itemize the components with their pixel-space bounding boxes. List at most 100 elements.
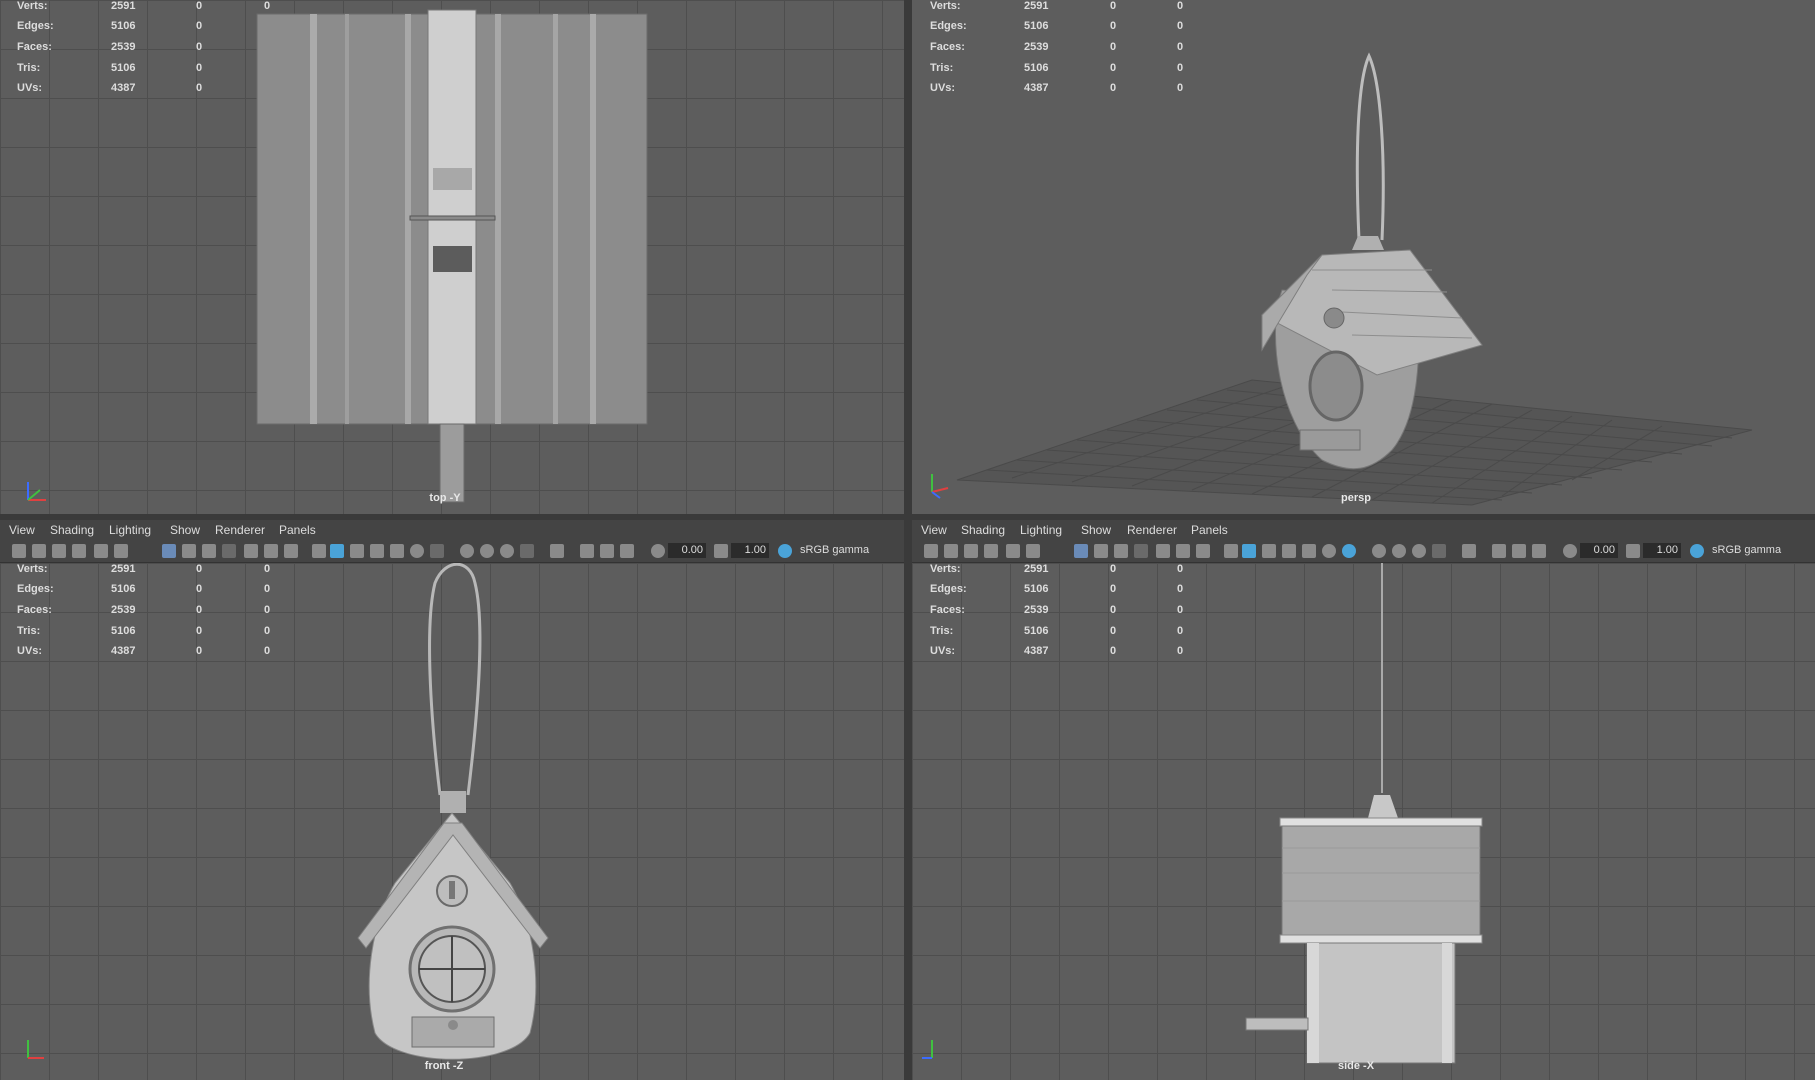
birdhouse-model-persp[interactable]	[912, 0, 1815, 514]
panel-divider[interactable]	[904, 0, 912, 1080]
bookmark-icon[interactable]	[964, 544, 978, 558]
safe-title-icon[interactable]	[1196, 544, 1210, 558]
grease-pencil-icon[interactable]	[1026, 544, 1040, 558]
motion-blur-icon[interactable]	[480, 544, 494, 558]
resolution-gate-icon[interactable]	[1114, 544, 1128, 558]
birdhouse-model-top[interactable]	[0, 0, 904, 514]
image-plane-icon[interactable]	[984, 544, 998, 558]
grease-pencil-icon[interactable]	[114, 544, 128, 558]
viewport-persp[interactable]: Verts: 2591 0 0 Edges: 5106 0 0 Faces: 2539 0 0 T…	[912, 0, 1815, 514]
xray-active-icon[interactable]	[1512, 544, 1526, 558]
viewport-front[interactable]: Verts: 2591 0 0 Edges: 5106 0 0 Faces: 2539 0 0 T…	[0, 563, 904, 1080]
colorspace-label[interactable]: sRGB gamma	[1712, 544, 1781, 556]
exposure-field[interactable]: 0.00	[1580, 543, 1618, 558]
bookmark-icon[interactable]	[52, 544, 66, 558]
wireframe-on-shaded-icon[interactable]	[350, 544, 364, 558]
menu-lighting[interactable]: Lighting	[109, 523, 151, 537]
axis-gizmo	[922, 1040, 933, 1059]
ambient-occlusion-icon[interactable]	[460, 544, 474, 558]
menu-view[interactable]: View	[9, 523, 35, 537]
safe-action-icon[interactable]	[264, 544, 278, 558]
light-bulb-icon[interactable]	[1322, 544, 1336, 558]
menu-renderer[interactable]: Renderer	[215, 523, 265, 537]
gamma-icon[interactable]	[1626, 544, 1640, 558]
menu-shading[interactable]: Shading	[961, 523, 1005, 537]
lights-icon[interactable]	[390, 544, 404, 558]
motion-blur-icon[interactable]	[1392, 544, 1406, 558]
axis-gizmo	[27, 482, 46, 501]
gamma-icon[interactable]	[714, 544, 728, 558]
viewport-top[interactable]: Verts:259100 Edges:510600 Faces:253900 T…	[0, 0, 904, 514]
menu-panels[interactable]: Panels	[1191, 523, 1228, 537]
xray-joints-icon[interactable]	[1532, 544, 1546, 558]
xray-icon[interactable]	[580, 544, 594, 558]
camera-attributes-icon[interactable]	[32, 544, 46, 558]
xray-joints-icon[interactable]	[620, 544, 634, 558]
ambient-occlusion-icon[interactable]	[1372, 544, 1386, 558]
textured-icon[interactable]	[1282, 544, 1296, 558]
axis-gizmo	[27, 1040, 44, 1059]
camera-label: persp	[1341, 492, 1371, 504]
panel-toolbar: 0.00 1.00 sRGB gamma	[0, 540, 904, 563]
film-gate-icon[interactable]	[182, 544, 196, 558]
xray-active-icon[interactable]	[600, 544, 614, 558]
gamma-field[interactable]: 1.00	[731, 543, 769, 558]
exposure-field[interactable]: 0.00	[668, 543, 706, 558]
shadows-icon[interactable]	[1342, 544, 1356, 558]
menu-bar: View Shading Lighting Show Renderer Pane…	[912, 520, 1815, 540]
camera-label: front -Z	[424, 1060, 464, 1072]
camera-label: top -Y	[429, 492, 461, 504]
gate-mask-icon[interactable]	[222, 544, 236, 558]
xray-icon[interactable]	[1492, 544, 1506, 558]
image-plane-icon[interactable]	[72, 544, 86, 558]
birdhouse-model-side[interactable]	[912, 563, 1815, 1080]
2d-pan-zoom-icon[interactable]	[94, 544, 108, 558]
wireframe-icon[interactable]	[1224, 544, 1238, 558]
colorspace-label[interactable]: sRGB gamma	[800, 544, 869, 556]
anti-aliasing-icon[interactable]	[1412, 544, 1426, 558]
depth-of-field-icon[interactable]	[1432, 544, 1446, 558]
wireframe-on-shaded-icon[interactable]	[1262, 544, 1276, 558]
menu-show[interactable]: Show	[170, 523, 200, 537]
smooth-shade-icon[interactable]	[330, 544, 344, 558]
resolution-gate-icon[interactable]	[202, 544, 216, 558]
grid-icon[interactable]	[1074, 544, 1088, 558]
safe-action-icon[interactable]	[1176, 544, 1190, 558]
shadows-icon[interactable]	[430, 544, 444, 558]
menu-renderer[interactable]: Renderer	[1127, 523, 1177, 537]
menu-shading[interactable]: Shading	[50, 523, 94, 537]
film-gate-icon[interactable]	[1094, 544, 1108, 558]
color-management-icon[interactable]	[1690, 544, 1704, 558]
menu-bar: View Shading Lighting Show Renderer Pane…	[0, 520, 904, 540]
light-bulb-icon[interactable]	[410, 544, 424, 558]
field-chart-icon[interactable]	[244, 544, 258, 558]
isolate-select-icon[interactable]	[1462, 544, 1476, 558]
camera-icon[interactable]	[12, 544, 26, 558]
menu-show[interactable]: Show	[1081, 523, 1111, 537]
viewport-side[interactable]: Verts: 2591 0 0 Edges: 5106 0 0 Faces: 2539 0 0 T…	[912, 563, 1815, 1080]
depth-of-field-icon[interactable]	[520, 544, 534, 558]
menu-panels[interactable]: Panels	[279, 523, 316, 537]
field-chart-icon[interactable]	[1156, 544, 1170, 558]
exposure-icon[interactable]	[1563, 544, 1577, 558]
camera-icon[interactable]	[924, 544, 938, 558]
color-management-icon[interactable]	[778, 544, 792, 558]
smooth-shade-icon[interactable]	[1242, 544, 1256, 558]
anti-aliasing-icon[interactable]	[500, 544, 514, 558]
wireframe-icon[interactable]	[312, 544, 326, 558]
textured-icon[interactable]	[370, 544, 384, 558]
birdhouse-model-front[interactable]	[0, 563, 904, 1080]
safe-title-icon[interactable]	[284, 544, 298, 558]
2d-pan-zoom-icon[interactable]	[1006, 544, 1020, 558]
menu-lighting[interactable]: Lighting	[1020, 523, 1062, 537]
lights-icon[interactable]	[1302, 544, 1316, 558]
grid-icon[interactable]	[162, 544, 176, 558]
axis-gizmo	[931, 474, 949, 499]
exposure-icon[interactable]	[651, 544, 665, 558]
isolate-select-icon[interactable]	[550, 544, 564, 558]
menu-view[interactable]: View	[921, 523, 947, 537]
camera-label: side -X	[1337, 1060, 1375, 1072]
camera-attributes-icon[interactable]	[944, 544, 958, 558]
gate-mask-icon[interactable]	[1134, 544, 1148, 558]
gamma-field[interactable]: 1.00	[1643, 543, 1681, 558]
